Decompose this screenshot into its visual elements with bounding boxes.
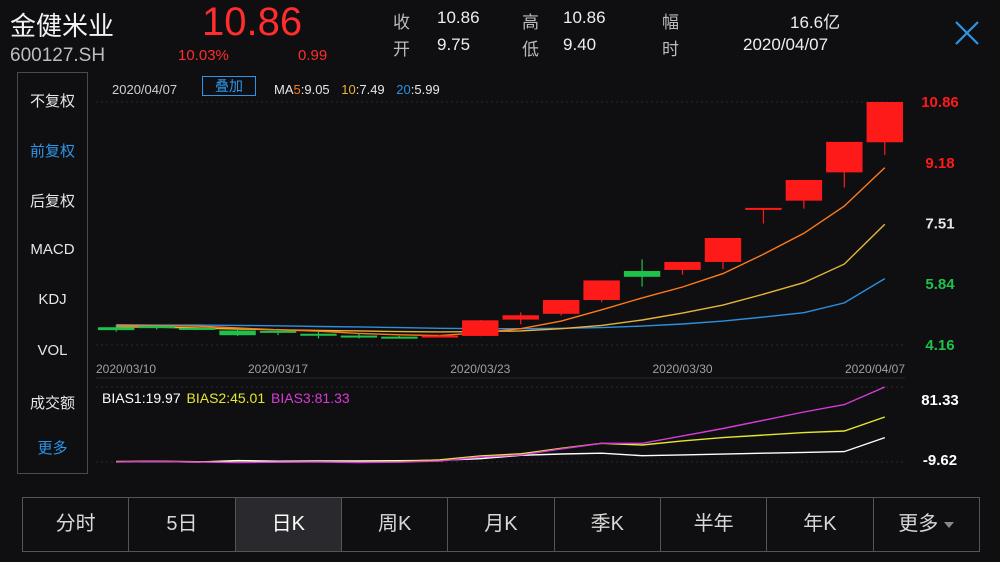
tab-label-daily-k: 日K	[271, 513, 305, 535]
y-tick-label: 10.86	[921, 94, 959, 111]
candle-body	[98, 327, 135, 331]
tab-weekly-k[interactable]: 周K	[342, 498, 449, 551]
bias-y-tick-label: -9.62	[923, 452, 957, 469]
candle-body	[583, 280, 620, 301]
tab-label-monthly-k: 月K	[484, 513, 518, 535]
candle-body	[664, 261, 701, 270]
candle-body	[866, 102, 903, 143]
tab-intraday[interactable]: 分时	[23, 498, 130, 551]
x-tick-label: 2020/04/07	[845, 362, 905, 376]
tab-quarterly-k[interactable]: 季K	[555, 498, 661, 551]
candle-body	[381, 336, 418, 339]
candle-body	[502, 315, 539, 320]
tab-5day[interactable]: 5日	[129, 498, 236, 551]
bias-y-tick-label: 81.33	[921, 392, 959, 409]
candle-body	[542, 300, 580, 314]
x-tick-label: 2020/03/23	[450, 362, 510, 376]
candle-body	[219, 330, 256, 336]
candle-body	[826, 141, 863, 173]
tab-label-quarterly-k: 季K	[590, 513, 624, 535]
tab-label-5day: 5日	[166, 513, 198, 535]
y-tick-label: 9.18	[925, 155, 954, 172]
tab-more[interactable]: 更多	[874, 498, 979, 551]
tab-label-half-year: 半年	[693, 513, 734, 535]
chevron-down-icon	[944, 521, 955, 528]
tab-label-intraday: 分时	[55, 513, 96, 535]
candle-body	[340, 335, 378, 338]
ma5-line	[116, 167, 886, 337]
tab-label-weekly-k: 周K	[377, 513, 412, 535]
bias-line-bias3	[116, 386, 886, 464]
x-tick-label: 2020/03/17	[248, 362, 308, 376]
bias-line-bias1	[116, 436, 886, 463]
y-tick-label: 7.51	[925, 216, 954, 233]
tab-monthly-k[interactable]: 月K	[448, 498, 555, 551]
candle-body	[785, 179, 823, 201]
x-tick-label: 2020/03/30	[652, 362, 712, 376]
candle-body	[138, 326, 175, 329]
candle-body	[745, 207, 782, 210]
x-tick-label: 2020/03/10	[96, 362, 156, 376]
y-tick-label: 5.84	[925, 276, 955, 293]
candle-body	[421, 335, 459, 338]
y-tick-label: 4.16	[925, 337, 954, 354]
candle-body	[623, 271, 661, 277]
period-tabbar: 分时 5日 日K 周K 月K 季K 半年 年K 更多	[22, 497, 980, 552]
candle-body	[300, 333, 337, 336]
tab-label-more: 更多	[898, 513, 939, 535]
kline-chart[interactable]: 10.86 9.18 7.51 5.84 4.16 2020/03/10 2020/03/1…	[0, 0, 1000, 490]
candle-body	[178, 327, 216, 330]
candle-body	[462, 320, 499, 336]
tab-daily-k[interactable]: 日K	[235, 498, 342, 551]
tab-half-year[interactable]: 半年	[661, 498, 768, 551]
ma20-line	[116, 277, 886, 330]
candle-body	[704, 238, 742, 262]
tab-label-yearly-k: 年K	[803, 513, 837, 535]
candle-body	[259, 330, 297, 333]
tab-yearly-k[interactable]: 年K	[767, 498, 874, 551]
